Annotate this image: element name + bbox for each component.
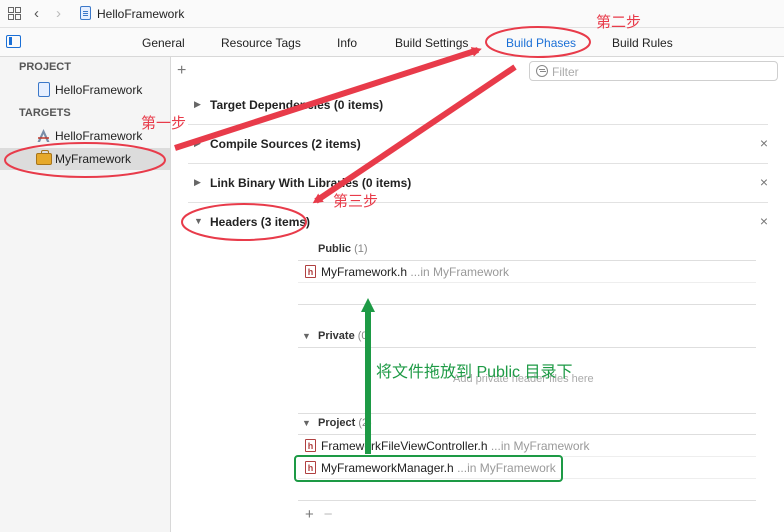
annotation-step3: 第三步 (333, 193, 379, 210)
app-target-icon (37, 129, 50, 142)
close-icon[interactable]: × (760, 174, 768, 190)
annotation-drag-note: 将文件拖放到 Public 目录下 (376, 364, 573, 381)
close-icon[interactable]: × (760, 135, 768, 151)
sidebar-toggle-icon[interactable] (6, 35, 21, 48)
tab-info[interactable]: Info (337, 36, 357, 50)
remove-header-button[interactable]: − (324, 506, 333, 523)
sidebar-item-label: MyFramework (55, 152, 132, 166)
annotation-step1: 第一步 (141, 115, 187, 132)
section-title: Project (2) (318, 417, 372, 429)
header-add-remove: + − (305, 506, 343, 523)
tab-build-rules[interactable]: Build Rules (612, 36, 673, 50)
h-file-icon: h (305, 439, 316, 452)
tab-resource-tags[interactable]: Resource Tags (221, 36, 301, 50)
add-header-button[interactable]: + (305, 506, 314, 523)
phase-target-dependencies[interactable]: ▶ Target Dependencies (0 items) (188, 86, 768, 125)
sidebar-item-label: HelloFramework (55, 83, 143, 97)
phase-title: Link Binary With Libraries (0 items) (210, 176, 412, 190)
chevron-left-icon[interactable]: ‹ (34, 5, 39, 22)
file-name: MyFramework.h ...in MyFramework (321, 265, 510, 279)
filter-icon (536, 65, 548, 77)
sidebar-item-project[interactable]: HelloFramework (0, 79, 170, 101)
grid-icon[interactable] (8, 7, 21, 20)
phase-title: Compile Sources (2 items) (210, 137, 361, 151)
disclosure-down-icon[interactable]: ▼ (302, 331, 311, 341)
targets-section-header: TARGETS (19, 107, 71, 119)
project-file-icon (38, 82, 50, 97)
tab-build-phases[interactable]: Build Phases (506, 36, 576, 50)
phase-title: Target Dependencies (0 items) (210, 98, 384, 112)
tab-build-settings[interactable]: Build Settings (395, 36, 468, 50)
file-name: MyFrameworkManager.h ...in MyFramework (321, 461, 556, 475)
project-drop-zone[interactable] (298, 479, 756, 501)
phase-compile-sources[interactable]: ▶ Compile Sources (2 items) × (188, 125, 768, 164)
header-file-row[interactable]: h MyFrameworkManager.h ...in MyFramework (298, 457, 756, 479)
disclosure-right-icon[interactable]: ▶ (194, 99, 201, 110)
filter-placeholder: Filter (552, 65, 579, 79)
project-section-header: PROJECT (19, 61, 71, 73)
project-file-icon (80, 6, 91, 20)
disclosure-right-icon[interactable]: ▶ (194, 177, 201, 188)
filter-field[interactable]: Filter (529, 61, 778, 81)
disclosure-down-icon[interactable]: ▼ (194, 216, 203, 226)
window-title[interactable]: HelloFramework (97, 7, 184, 21)
headers-private-section[interactable]: ▼ Private (0) (298, 326, 756, 348)
add-build-phase-button[interactable]: + (177, 62, 186, 80)
chevron-right-icon[interactable]: › (56, 5, 61, 22)
header-file-row[interactable]: h FrameworkFileViewController.h ...in My… (298, 435, 756, 457)
public-drop-zone[interactable] (298, 283, 756, 305)
file-name: FrameworkFileViewController.h ...in MyFr… (321, 439, 590, 453)
section-title: Public (1) (318, 243, 368, 255)
editor-tab-bar: General Resource Tags Info Build Setting… (0, 28, 784, 57)
headers-public-section[interactable]: Public (1) (298, 239, 756, 261)
sidebar-item-label: HelloFramework (55, 129, 143, 143)
phase-headers[interactable]: ▼ Headers (3 items) × (188, 203, 768, 242)
annotation-step2: 第二步 (596, 14, 642, 31)
header-file-row[interactable]: h MyFramework.h ...in MyFramework (298, 261, 756, 283)
xcode-window: ‹ › HelloFramework General Resource Tags… (0, 0, 784, 532)
sidebar-item-target-framework[interactable]: MyFramework (0, 148, 170, 170)
h-file-icon: h (305, 461, 316, 474)
section-title: Private (0) (318, 330, 372, 342)
h-file-icon: h (305, 265, 316, 278)
disclosure-down-icon[interactable]: ▼ (302, 418, 311, 428)
phase-link-binary[interactable]: ▶ Link Binary With Libraries (0 items) × (188, 164, 768, 203)
jump-bar: ‹ › HelloFramework (0, 0, 784, 28)
disclosure-right-icon[interactable]: ▶ (194, 138, 201, 149)
build-phases-editor: + Filter ▶ Target Dependencies (0 items)… (171, 57, 784, 532)
tab-general[interactable]: General (142, 36, 185, 50)
headers-project-section[interactable]: ▼ Project (2) (298, 413, 756, 435)
phase-title: Headers (3 items) (210, 215, 311, 229)
close-icon[interactable]: × (760, 213, 768, 229)
framework-toolbox-icon (36, 150, 52, 165)
